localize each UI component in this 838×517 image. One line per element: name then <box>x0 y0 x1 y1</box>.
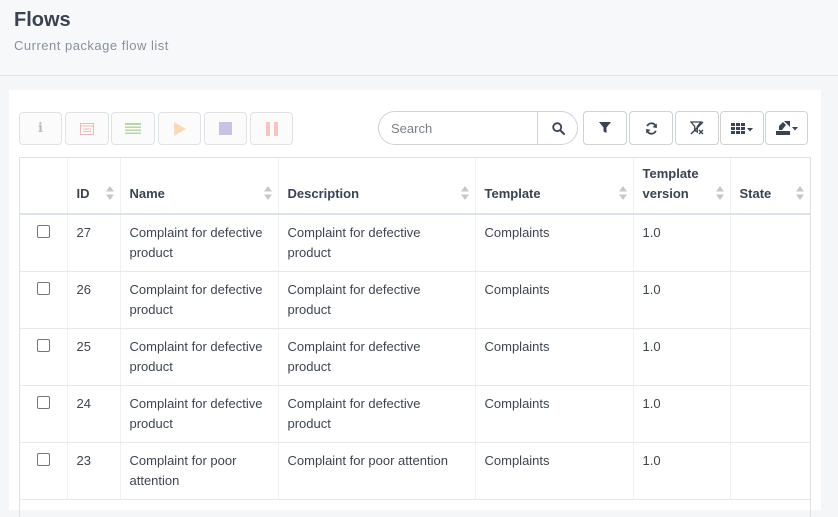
form-button[interactable] <box>65 112 109 145</box>
column-header-label: Name <box>129 186 165 201</box>
table-row[interactable]: 27 Complaint for defective product Compl… <box>20 214 810 272</box>
name-cell: Complaint for poor attention <box>119 442 278 500</box>
stop-icon <box>219 122 232 135</box>
page-header: Flows Current package flow list <box>0 0 838 76</box>
column-header-label: Template <box>484 186 541 201</box>
table-row[interactable]: 25 Complaint for defective product Compl… <box>20 328 810 386</box>
row-select-cell <box>20 214 67 272</box>
template-version-cell: 1.0 <box>632 442 730 500</box>
run-button[interactable] <box>158 112 201 145</box>
column-header-label: Template version <box>642 166 699 201</box>
column-header-name[interactable]: Name <box>119 158 278 215</box>
page-subtitle: Current package flow list <box>14 38 169 53</box>
row-checkbox[interactable] <box>37 225 50 238</box>
column-header-state[interactable]: State <box>729 158 810 215</box>
sort-icon <box>105 186 114 200</box>
sort-icon <box>796 186 804 200</box>
description-cell: Complaint for defective product <box>277 271 475 329</box>
table-row[interactable]: 23 Complaint for poor attention Complain… <box>20 442 810 500</box>
list-button[interactable] <box>111 112 155 145</box>
refresh-button[interactable] <box>629 111 673 145</box>
export-icon <box>775 121 798 135</box>
sort-icon <box>263 186 272 200</box>
columns-button[interactable] <box>720 111 764 145</box>
description-cell: Complaint for defective product <box>277 385 475 443</box>
template-cell: Complaints <box>474 271 633 329</box>
filter-icon <box>599 122 611 133</box>
template-version-cell: 1.0 <box>632 214 730 272</box>
filter-button[interactable] <box>583 111 627 145</box>
table-header-row: ID Name Description Template Template ve… <box>20 158 810 215</box>
column-header-label: ID <box>76 186 90 201</box>
page-title: Flows <box>14 9 71 31</box>
state-cell <box>729 271 810 329</box>
description-cell: Complaint for defective product <box>277 328 475 386</box>
form-icon <box>80 122 94 135</box>
description-cell: Complaint for poor attention <box>277 442 475 500</box>
column-header-template[interactable]: Template <box>474 158 633 215</box>
row-checkbox[interactable] <box>37 395 50 409</box>
template-version-cell: 1.0 <box>632 385 730 443</box>
column-header-description[interactable]: Description <box>277 158 475 215</box>
row-checkbox[interactable] <box>37 281 50 295</box>
sort-icon <box>618 186 627 200</box>
sort-icon <box>460 186 469 200</box>
info-icon: i <box>38 121 43 136</box>
row-checkbox[interactable] <box>37 452 50 466</box>
id-cell: 23 <box>66 442 120 500</box>
play-icon <box>173 121 186 136</box>
name-cell: Complaint for defective product <box>119 214 278 272</box>
column-header-label: Description <box>287 186 360 201</box>
row-select-cell <box>20 271 67 329</box>
template-cell: Complaints <box>474 442 633 500</box>
column-header-label: State <box>739 186 772 201</box>
state-cell <box>729 328 810 386</box>
template-cell: Complaints <box>474 328 633 386</box>
template-version-cell: 1.0 <box>632 271 730 329</box>
search-box <box>378 111 578 145</box>
column-header-id[interactable]: ID <box>66 158 120 215</box>
search-input[interactable] <box>379 112 537 144</box>
stop-button[interactable] <box>204 112 247 145</box>
columns-icon <box>731 122 753 134</box>
table-row[interactable]: 24 Complaint for defective product Compl… <box>20 385 810 443</box>
sort-icon <box>715 186 724 200</box>
template-cell: Complaints <box>474 214 633 272</box>
export-button[interactable] <box>765 111 808 145</box>
list-icon <box>125 122 141 134</box>
id-cell: 27 <box>66 214 120 272</box>
name-cell: Complaint for defective product <box>119 385 278 443</box>
refresh-icon <box>645 121 657 135</box>
pause-button[interactable] <box>250 112 293 145</box>
row-checkbox[interactable] <box>37 338 50 352</box>
state-cell <box>729 442 810 500</box>
flows-table: ID Name Description Template Template ve… <box>19 157 811 517</box>
state-cell <box>729 214 810 272</box>
search-icon <box>551 121 565 135</box>
id-cell: 25 <box>66 328 120 386</box>
clear-filter-button[interactable] <box>675 111 719 145</box>
id-cell: 26 <box>66 271 120 329</box>
select-column-header <box>20 158 67 215</box>
row-select-cell <box>20 385 67 443</box>
info-button[interactable]: i <box>19 112 62 145</box>
table-row[interactable]: 26 Complaint for defective product Compl… <box>20 271 810 329</box>
row-select-cell <box>20 328 67 386</box>
template-cell: Complaints <box>474 385 633 443</box>
id-cell: 24 <box>66 385 120 443</box>
name-cell: Complaint for defective product <box>119 328 278 386</box>
state-cell <box>729 385 810 443</box>
name-cell: Complaint for defective product <box>119 271 278 329</box>
clear-filter-icon <box>690 121 704 135</box>
template-version-cell: 1.0 <box>632 328 730 386</box>
search-button[interactable] <box>537 112 577 144</box>
row-select-cell <box>20 442 67 500</box>
description-cell: Complaint for defective product <box>277 214 475 272</box>
pause-icon <box>265 121 278 136</box>
column-header-template-version[interactable]: Template version <box>632 158 730 215</box>
